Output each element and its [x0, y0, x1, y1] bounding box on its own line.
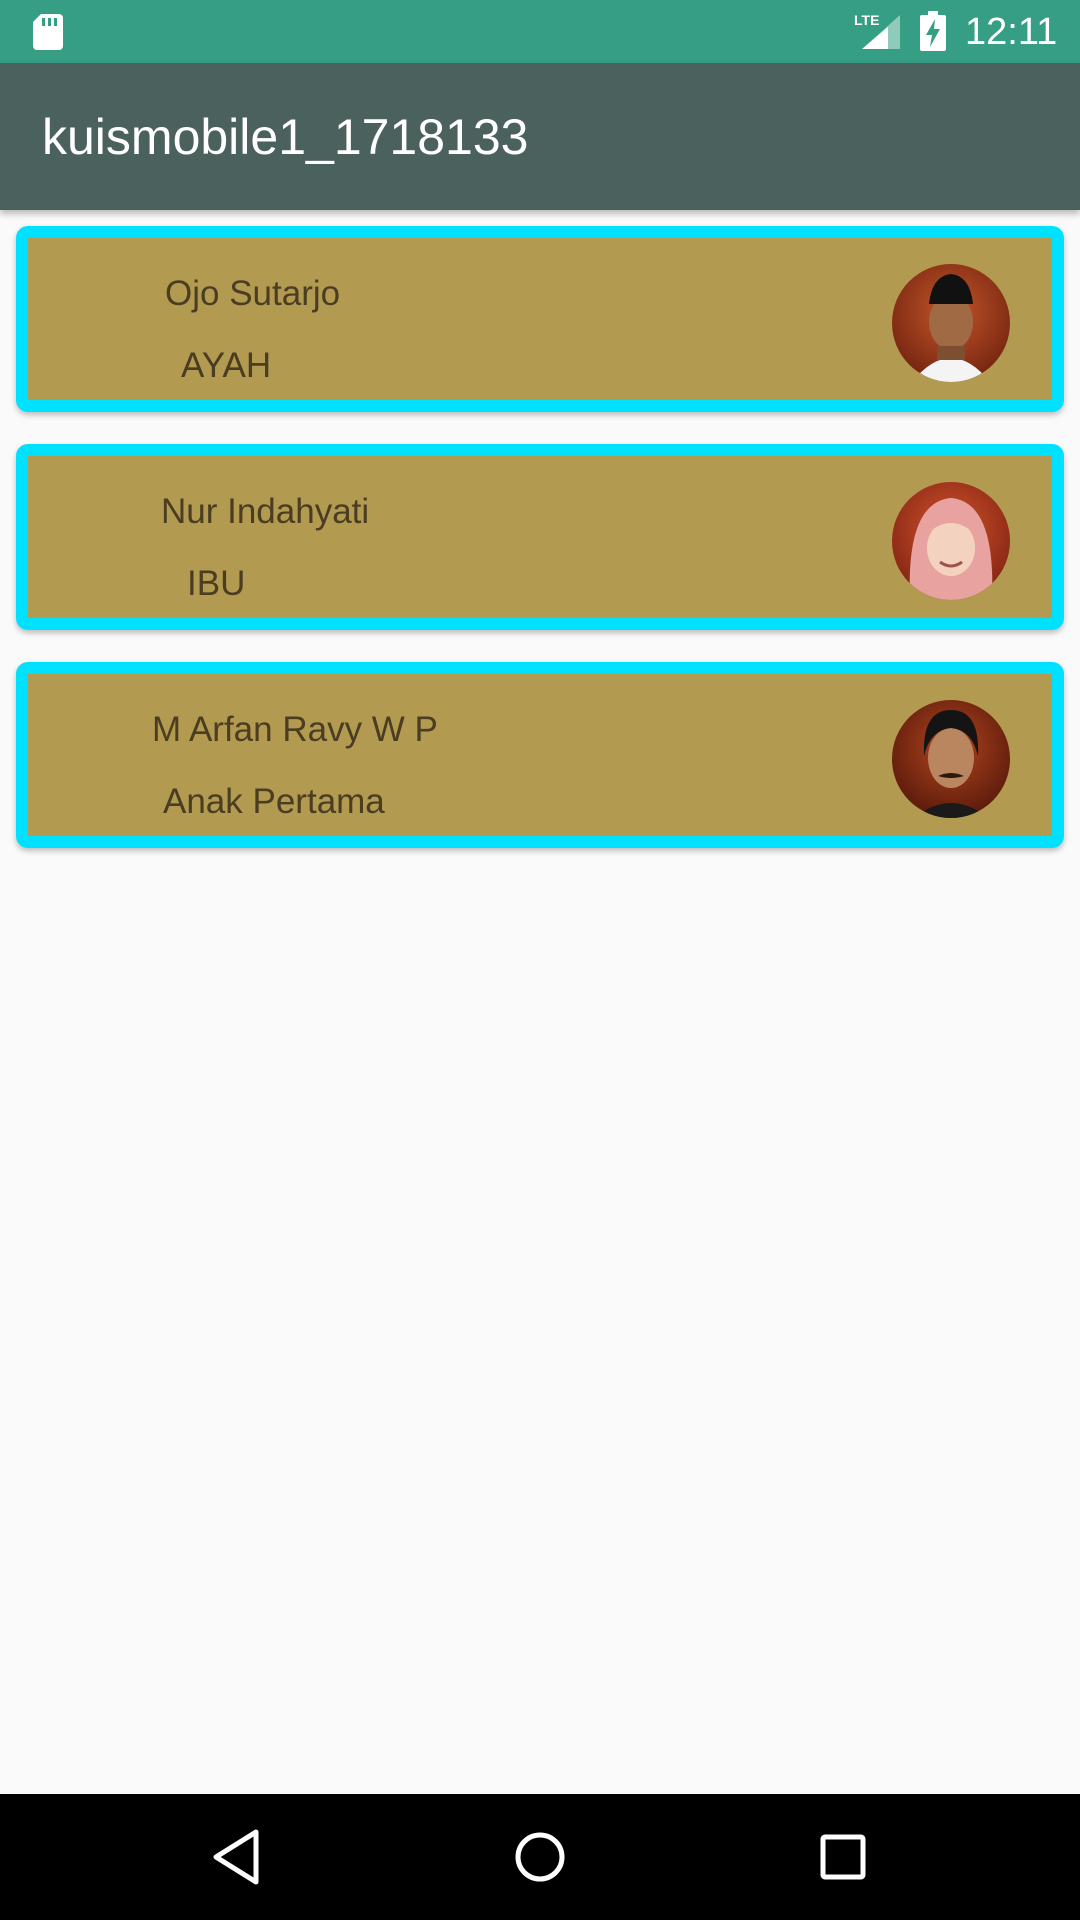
list-item[interactable]: Nur Indahyati IBU [16, 444, 1064, 630]
network-label: LTE [854, 12, 879, 28]
avatar [892, 482, 1010, 600]
member-name: M Arfan Ravy W P [152, 710, 438, 749]
avatar [892, 700, 1010, 818]
member-name: Nur Indahyati [161, 492, 370, 531]
member-role: IBU [187, 564, 246, 603]
sd-card-icon [33, 14, 63, 50]
member-role: Anak Pertama [163, 782, 385, 821]
app-bar: kuismobile1_1718133 [0, 63, 1080, 210]
back-icon[interactable] [204, 1824, 270, 1890]
app-title: kuismobile1_1718133 [42, 109, 529, 165]
list-item[interactable]: M Arfan Ravy W P Anak Pertama [16, 662, 1064, 848]
battery-charging-icon [920, 11, 946, 51]
avatar [892, 264, 1010, 382]
status-bar: LTE 12:11 [0, 0, 1080, 63]
recents-icon[interactable] [810, 1824, 876, 1890]
lte-signal-icon: LTE [854, 12, 900, 49]
navigation-bar [0, 1794, 1080, 1920]
list-item[interactable]: Ojo Sutarjo AYAH [16, 226, 1064, 412]
status-clock: 12:11 [965, 11, 1058, 53]
home-icon[interactable] [507, 1824, 573, 1890]
member-name: Ojo Sutarjo [165, 274, 341, 313]
member-role: AYAH [181, 346, 272, 385]
